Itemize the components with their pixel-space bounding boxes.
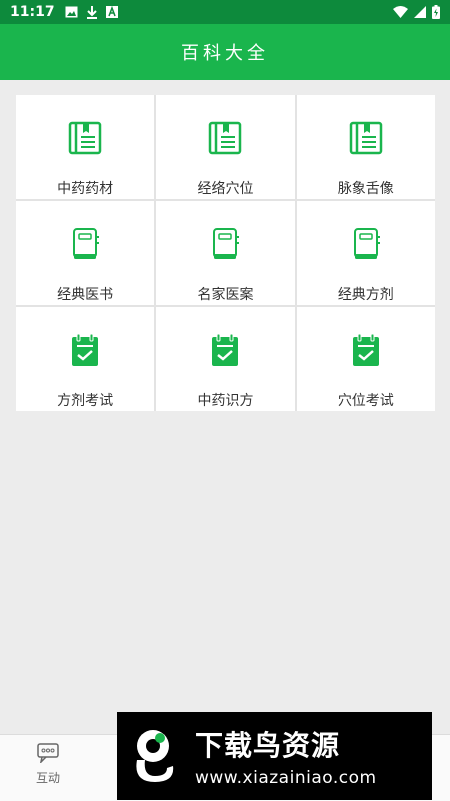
- grid-item-pulse-tongue[interactable]: 脉象舌像: [296, 95, 435, 199]
- chat-bubble-icon: [37, 743, 59, 763]
- grid-item-label: 中药识方: [197, 393, 254, 409]
- grid-item-classic-prescriptions[interactable]: 经典方剂: [296, 201, 435, 305]
- status-left-icons: [65, 5, 118, 19]
- clipboard-check-icon: [212, 333, 239, 366]
- bird-logo-icon: [136, 730, 174, 782]
- a-icon: [105, 6, 118, 18]
- book-closed-icon: [213, 228, 240, 259]
- signal-icon: [414, 6, 426, 18]
- watermark-title: 下载鸟资源: [195, 729, 341, 762]
- clipboard-check-icon: [352, 333, 379, 366]
- battery-icon: [432, 5, 440, 19]
- nav-item-label: 互动: [35, 771, 60, 785]
- grid-item-label: 中药药材: [57, 181, 114, 197]
- status-bar: 11:17: [0, 0, 450, 24]
- grid-item-label: 名家医案: [197, 287, 254, 303]
- book-closed-icon: [353, 228, 380, 259]
- grid-item-classic-books[interactable]: 经典医书: [16, 201, 155, 305]
- grid-item-herbs[interactable]: 中药药材: [16, 95, 155, 199]
- grid-item-label: 经典方剂: [337, 287, 394, 303]
- watermark-url: www.xiazainiao.com: [195, 768, 377, 788]
- status-time: 11:17: [10, 4, 55, 20]
- download-icon: [86, 5, 97, 19]
- grid-item-label: 脉象舌像: [337, 181, 394, 197]
- grid-item-case-records[interactable]: 名家医案: [156, 201, 295, 305]
- grid-item-prescription-exam[interactable]: 方剂考试: [16, 307, 155, 411]
- grid-item-meridians[interactable]: 经络穴位: [156, 95, 295, 199]
- clipboard-check-icon: [72, 333, 99, 366]
- app-bar: 百科大全: [0, 24, 450, 80]
- book-closed-icon: [73, 228, 100, 259]
- watermark-text: 下载鸟资源 www.xiazainiao.com: [195, 724, 377, 788]
- grid-item-acupoint-exam[interactable]: 穴位考试: [296, 307, 435, 411]
- nav-item-interaction[interactable]: 互动: [20, 743, 76, 795]
- image-icon: [65, 6, 78, 18]
- book-open-icon: [68, 121, 102, 155]
- grid-item-label: 经络穴位: [197, 181, 254, 197]
- grid-item-herb-identify[interactable]: 中药识方: [156, 307, 295, 411]
- wifi-icon: [393, 6, 408, 18]
- grid-item-label: 方剂考试: [57, 393, 114, 409]
- watermark-banner: 下载鸟资源 www.xiazainiao.com: [117, 712, 432, 800]
- book-open-icon: [209, 121, 242, 155]
- status-right-icons: [393, 5, 440, 19]
- encyclopedia-grid: 中药药材 经络穴位 脉象舌像 经典医书 名家医案 经典方剂 方剂考试 中药识方 …: [16, 95, 435, 411]
- grid-item-label: 经典医书: [57, 287, 114, 303]
- grid-item-label: 穴位考试: [337, 393, 394, 409]
- book-open-icon: [349, 121, 383, 155]
- page-title: 百科大全: [181, 43, 269, 64]
